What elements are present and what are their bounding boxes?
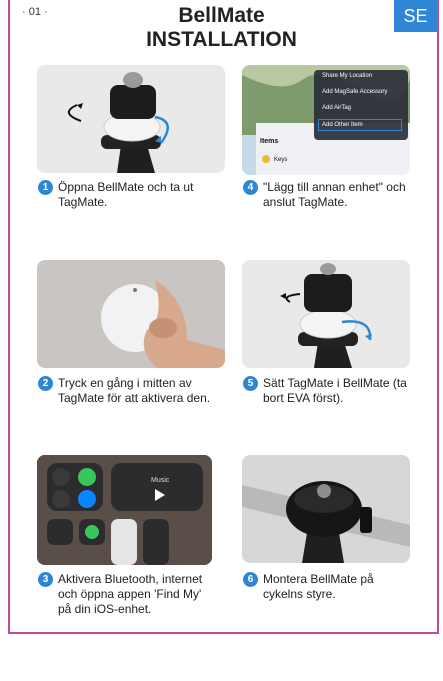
- step-5-image: [242, 260, 410, 368]
- step-3-number: 3: [38, 572, 53, 587]
- step-2-caption: Tryck en gång i mitten av TagMate för at…: [58, 376, 211, 405]
- step-3-image: Music: [37, 455, 212, 565]
- phone-keys-row: Keys: [274, 157, 287, 163]
- step-5-number: 5: [243, 376, 258, 391]
- section-title: INSTALLATION: [146, 28, 297, 51]
- step-4-number: 4: [243, 180, 258, 195]
- step-2-number: 2: [38, 376, 53, 391]
- step-4-caption: "Lägg till annan enhet" och anslut TagMa…: [263, 180, 406, 209]
- product-title: BellMate: [178, 4, 265, 27]
- phone-menu-item-4: Add Other Item: [318, 119, 402, 131]
- phone-menu-item-2: Add MagSafe Accessory: [322, 89, 388, 95]
- step-6-image: [242, 455, 410, 563]
- phone-menu-item-3: Add AirTag: [322, 105, 352, 111]
- phone-menu-item-1: Share My Location: [322, 73, 373, 79]
- step-1-image: [37, 65, 225, 173]
- instruction-page: · 01 · SE BellMate INSTALLATION 1 Öppna …: [0, 0, 443, 681]
- step-1-caption: Öppna BellMate och ta ut TagMate.: [58, 180, 194, 209]
- phone-items-header: Items: [260, 138, 278, 145]
- step-1-number: 1: [38, 180, 53, 195]
- step-2-image: [37, 260, 225, 368]
- step-5-caption: Sätt TagMate i BellMate (ta bort EVA för…: [263, 376, 407, 405]
- step-6-number: 6: [243, 572, 258, 587]
- control-center-music-label: Music: [151, 477, 170, 484]
- step-4-image: Items Keys Share My Location Add MagSafe…: [242, 65, 410, 175]
- step-3-caption: Aktivera Bluetooth, internet och öppna a…: [58, 572, 203, 616]
- step-6-caption: Montera BellMate på cykelns styre.: [263, 572, 374, 601]
